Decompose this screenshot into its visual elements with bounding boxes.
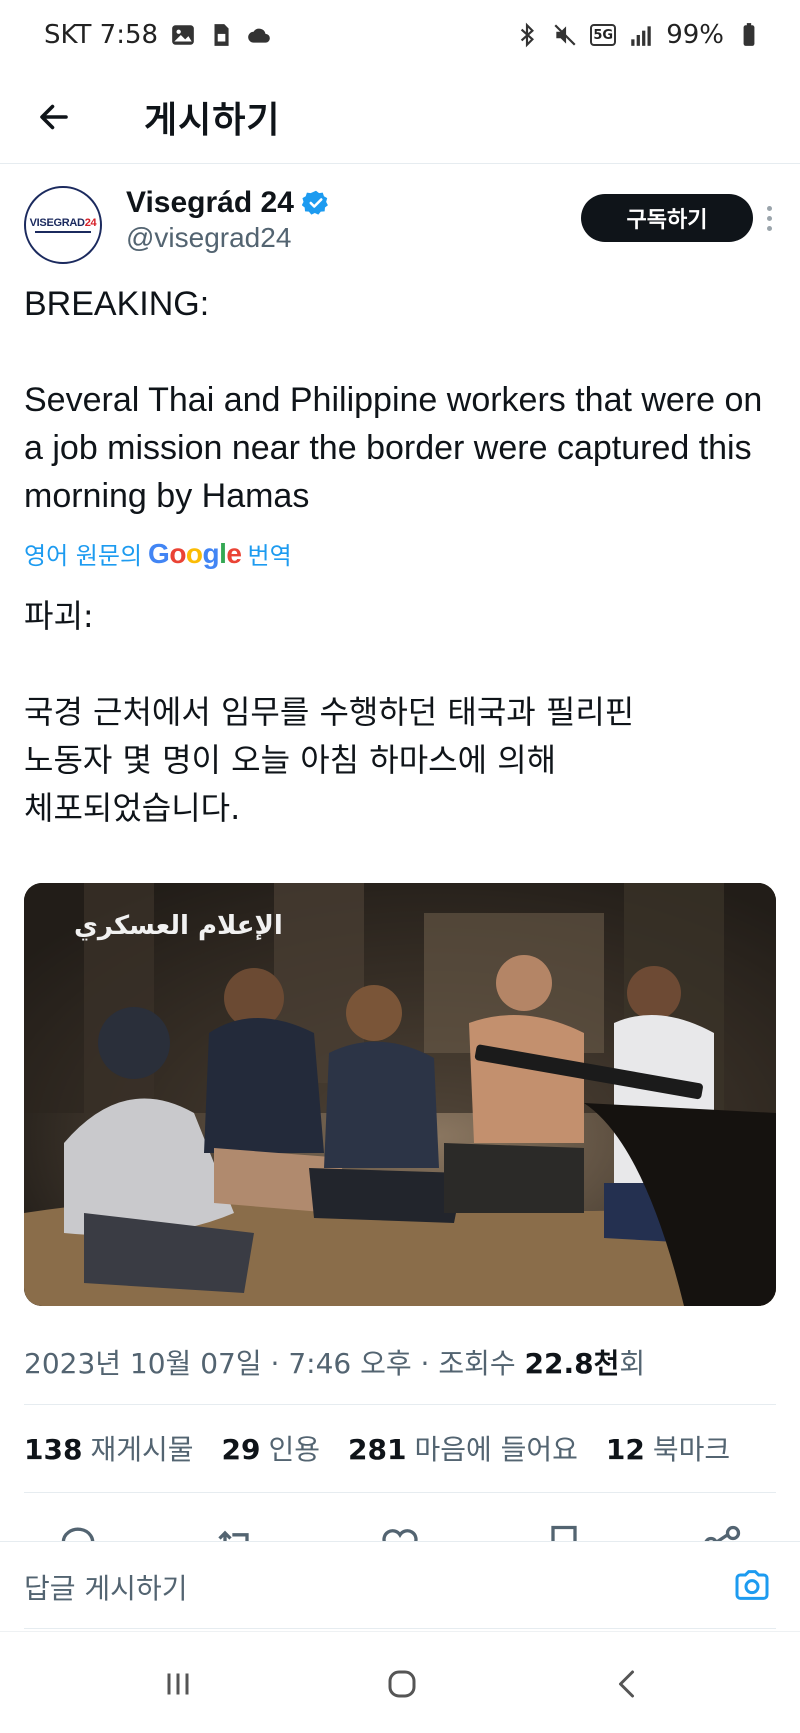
views-count[interactable]: 22.8천 (525, 1347, 620, 1380)
bookmarks-stat[interactable]: 12 북마크 (606, 1428, 730, 1468)
display-name[interactable]: Visegrád 24 (126, 186, 294, 220)
heart-icon[interactable] (378, 1522, 422, 1542)
more-options-icon[interactable] (754, 200, 784, 236)
carrier-time: SKT 7:58 (44, 20, 159, 50)
share-icon[interactable] (700, 1522, 744, 1542)
sim-icon (208, 22, 234, 48)
translate-prefix: 영어 원문의 (24, 542, 143, 570)
avatar-logo: VISEGRAD24 (30, 217, 97, 229)
bookmarks-label: 북마크 (652, 1433, 731, 1466)
camera-icon[interactable] (732, 1565, 776, 1609)
system-nav-bar (0, 1631, 800, 1733)
likes-count: 281 (348, 1433, 407, 1466)
status-right: 5G 99% (514, 20, 762, 50)
tweet-date: 2023년 10월 07일 (24, 1347, 262, 1380)
status-bar: SKT 7:58 5G 99% (0, 0, 800, 70)
reply-input[interactable]: 답글 게시하기 (24, 1567, 732, 1607)
divider (24, 1404, 776, 1405)
google-logo: Google (148, 537, 242, 569)
arrow-left-icon (40, 104, 68, 129)
views-label: 조회수 (438, 1347, 516, 1380)
tweet-heading: BREAKING: (24, 285, 210, 323)
translate-suffix: 번역 (247, 542, 292, 570)
translated-line: 국경 근처에서 임무를 수행하던 태국과 필리핀 (24, 693, 635, 731)
likes-label: 마음에 들어요 (414, 1433, 578, 1466)
bookmark-icon[interactable] (542, 1522, 586, 1542)
author-names: Visegrád 24 @visegrad24 (126, 186, 330, 254)
translated-line: 체포되었습니다. (24, 789, 241, 827)
avatar-divider (35, 231, 91, 233)
meta-separator: · (420, 1347, 439, 1380)
back-nav-icon[interactable] (606, 1662, 650, 1706)
5g-icon: 5G (590, 24, 617, 46)
media-watermark: الإعلام العسكري (74, 911, 283, 941)
bookmarks-count: 12 (605, 1433, 645, 1466)
status-left: SKT 7:58 (44, 20, 272, 50)
home-icon[interactable] (380, 1662, 424, 1706)
engagement-stats: 138 재게시물 29 인용 281 마음에 들어요 12 북마크 (24, 1428, 730, 1468)
more-dot (766, 225, 772, 231)
back-button[interactable] (24, 87, 84, 147)
quotes-label: 인용 (268, 1433, 320, 1466)
app-header: 게시하기 (0, 70, 800, 164)
battery-icon (736, 22, 762, 48)
tweet-meta: 2023년 10월 07일 · 7:46 오후 · 조회수 22.8천회 (24, 1342, 645, 1382)
translate-link[interactable]: 영어 원문의 Google 번역 (24, 536, 292, 571)
display-name-row: Visegrád 24 (126, 186, 330, 220)
retweets-label: 재게시물 (90, 1433, 194, 1466)
battery-level: 99% (666, 20, 724, 50)
verified-badge-icon (301, 190, 328, 215)
tweet-actions (24, 1512, 776, 1542)
signal-icon (628, 22, 654, 48)
translated-line: 노동자 몇 명이 오늘 아침 하마스에 의해 (24, 741, 557, 779)
translated-heading: 파괴: (24, 597, 94, 635)
translated-text: 파괴: 국경 근처에서 임무를 수행하던 태국과 필리핀 노동자 몇 명이 오늘… (24, 592, 776, 832)
reply-icon[interactable] (56, 1522, 100, 1542)
retweet-icon[interactable] (214, 1522, 258, 1542)
meta-separator: · (270, 1347, 289, 1380)
tweet-media-photo[interactable]: الإعلام العسكري (24, 883, 776, 1306)
views-suffix: 회 (619, 1347, 646, 1380)
retweets-stat[interactable]: 138 재게시물 (24, 1428, 194, 1468)
more-dot (766, 215, 772, 221)
tweet-time: 7:46 오후 (288, 1347, 412, 1380)
divider (24, 1628, 776, 1629)
avatar-logo-main: VISEGRAD (29, 217, 85, 229)
avatar[interactable]: VISEGRAD24 (24, 186, 102, 264)
mute-icon (552, 22, 578, 48)
subscribe-button[interactable]: 구독하기 (581, 194, 753, 242)
author-handle[interactable]: @visegrad24 (126, 222, 330, 254)
recent-apps-icon[interactable] (156, 1662, 200, 1706)
bluetooth-icon (514, 22, 540, 48)
cloud-icon (246, 22, 272, 48)
photo-illustration (24, 883, 776, 1306)
avatar-logo-accent: 24 (84, 217, 97, 229)
page-title: 게시하기 (144, 99, 281, 141)
tweet-author: VISEGRAD24 Visegrád 24 @visegrad24 구독하기 (24, 184, 776, 274)
quotes-stat[interactable]: 29 인용 (222, 1428, 321, 1468)
retweets-count: 138 (24, 1433, 83, 1466)
quotes-count: 29 (221, 1433, 261, 1466)
more-dot (766, 205, 772, 211)
gallery-icon (170, 22, 196, 48)
reply-composer: 답글 게시하기 (0, 1541, 800, 1631)
tweet-paragraph: Several Thai and Philippine workers that… (24, 381, 763, 515)
likes-stat[interactable]: 281 마음에 들어요 (348, 1428, 578, 1468)
divider (24, 1492, 776, 1493)
tweet-text: BREAKING: Several Thai and Philippine wo… (24, 280, 776, 520)
